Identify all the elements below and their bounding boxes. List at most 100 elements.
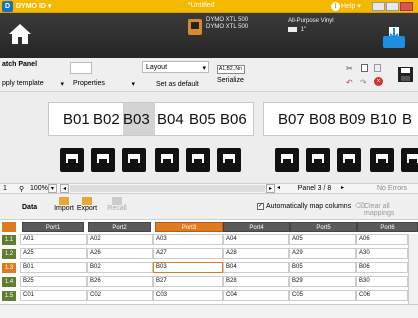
serialize-label: Serialize [217,77,244,84]
table-cell[interactable]: A04 [223,234,289,245]
table-cell[interactable]: B30 [356,276,408,287]
table-cell[interactable]: B26 [87,276,153,287]
table-cell[interactable]: B05 [289,262,356,273]
table-cell[interactable]: B04 [223,262,289,273]
table-cell[interactable]: B02 [87,262,153,273]
undo-icon[interactable]: ↶ [346,78,353,87]
table-cell[interactable]: A06 [356,234,408,245]
row-number[interactable]: 1.5 [2,291,16,301]
rj45-port-icon [155,148,179,172]
table-cell[interactable]: C03 [153,290,223,301]
zoom-icon[interactable]: ⚲ [19,185,24,193]
row-number[interactable]: 1.2 [2,249,16,259]
printer-selector[interactable]: DYMO XTL 500 DYMO XTL 500 [206,17,248,31]
recall-button[interactable]: Recall [106,197,128,212]
scroll-left-button[interactable]: ◂ [60,184,69,193]
table-cell[interactable]: A30 [356,248,408,259]
minimize-button[interactable] [372,2,385,11]
prev-panel-button[interactable]: ◂ [277,184,285,193]
label-cell[interactable]: B01 [63,111,93,128]
column-header-port2[interactable]: Port2 [88,222,151,232]
table-cell[interactable]: A02 [87,234,153,245]
label-type: All-Purpose Vinyl [288,18,334,24]
layout-dropdown[interactable]: Layout ▾ [142,61,209,73]
print-icon[interactable] [380,23,408,51]
label-cell[interactable]: B02 [93,111,123,128]
table-vertical-scrollbar[interactable] [408,234,418,304]
label-cell[interactable]: B07 [278,111,305,128]
row-number[interactable]: 1.3 [2,263,16,273]
label-strip-2[interactable]: B07 B08 B09 B10 B [263,102,418,136]
table-cell[interactable]: A29 [289,248,356,259]
error-status: No Errors [377,185,407,192]
rj45-port-icon [122,148,146,172]
table-cell[interactable]: A03 [153,234,223,245]
close-button[interactable] [400,2,413,11]
table-cell[interactable]: A26 [87,248,153,259]
import-label: Import [54,205,74,212]
table-cell[interactable]: C04 [223,290,289,301]
row-number[interactable]: 1.4 [2,277,16,287]
table-cell[interactable]: A25 [20,248,87,259]
table-cell[interactable]: A01 [20,234,87,245]
table-horizontal-scrollbar[interactable] [0,304,418,318]
table-cell[interactable]: A28 [223,248,289,259]
table-cell[interactable]: C01 [20,290,87,301]
clear-mappings-button[interactable]: Clear all mappings [364,203,418,217]
row-number[interactable]: 1.1 [2,235,16,245]
label-cell[interactable]: B05 [189,111,219,128]
set-as-default-button[interactable]: Set as default [156,81,199,88]
horizontal-scrollbar[interactable] [70,185,265,192]
copy-icon[interactable] [361,64,368,72]
label-cell[interactable]: B06 [220,111,250,128]
properties-dropdown[interactable]: Properties ▾ [70,78,137,90]
delete-icon[interactable]: × [374,77,383,86]
column-header-port3[interactable]: Port3 [155,222,223,232]
home-icon[interactable] [7,21,33,47]
data-toolbar: Data Import Export Recall ✓ Automaticall… [0,195,418,220]
label-strip-1[interactable]: B01 B02 B03 B04 B05 B06 [48,102,254,136]
label-cell[interactable]: B04 [157,111,187,128]
info-icon[interactable]: i [331,2,340,11]
auto-map-checkbox[interactable]: ✓ [257,203,264,210]
column-header-port5[interactable]: Port5 [290,222,357,232]
label-cell[interactable]: B [402,111,412,128]
column-header-port1[interactable]: Port1 [22,222,84,232]
table-cell[interactable]: A05 [289,234,356,245]
table-cell[interactable]: B29 [289,276,356,287]
table-cell[interactable]: B01 [20,262,87,273]
zoom-dropdown-button[interactable]: ▾ [48,184,57,193]
table-cell[interactable]: B27 [153,276,223,287]
save-icon[interactable] [397,66,414,83]
table-cell[interactable]: B06 [356,262,408,273]
scroll-right-button[interactable]: ▸ [266,184,275,193]
label-cell-selected[interactable]: B03 [123,103,155,135]
table-cell[interactable]: C05 [289,290,356,301]
table-cell[interactable]: B03 [153,262,223,273]
redo-icon[interactable]: ↷ [360,78,367,87]
column-header-port4[interactable]: Port4 [223,222,290,232]
table-cell[interactable]: C06 [356,290,408,301]
paste-icon[interactable] [374,64,381,72]
table-cell[interactable]: A27 [153,248,223,259]
properties-icon[interactable] [70,62,92,74]
label-selector[interactable]: All-Purpose Vinyl 1" [288,17,334,34]
label-cell[interactable]: B09 [339,111,366,128]
help-menu-button[interactable]: Help ▾ [341,2,361,10]
label-cell[interactable]: B08 [309,111,336,128]
next-panel-button[interactable]: ▸ [341,184,349,193]
table-cell[interactable]: B28 [223,276,289,287]
import-button[interactable]: Import [53,197,75,212]
apply-template-dropdown[interactable]: pply template ▾ [2,78,64,90]
label-cell[interactable]: B10 [370,111,397,128]
export-button[interactable]: Export [76,197,98,212]
printer-icon[interactable] [188,19,202,35]
serialize-preview[interactable]: A1,B2..Nn [217,65,245,74]
column-header-port6[interactable]: Port6 [357,222,418,232]
table-cell[interactable]: B25 [20,276,87,287]
app-menu-button[interactable]: DYMO ID ▾ [16,2,51,10]
table-cell[interactable]: C02 [87,290,153,301]
cut-icon[interactable]: ✂ [346,64,353,73]
maximize-button[interactable] [386,2,399,11]
zoom-level[interactable]: 100% [30,185,48,192]
